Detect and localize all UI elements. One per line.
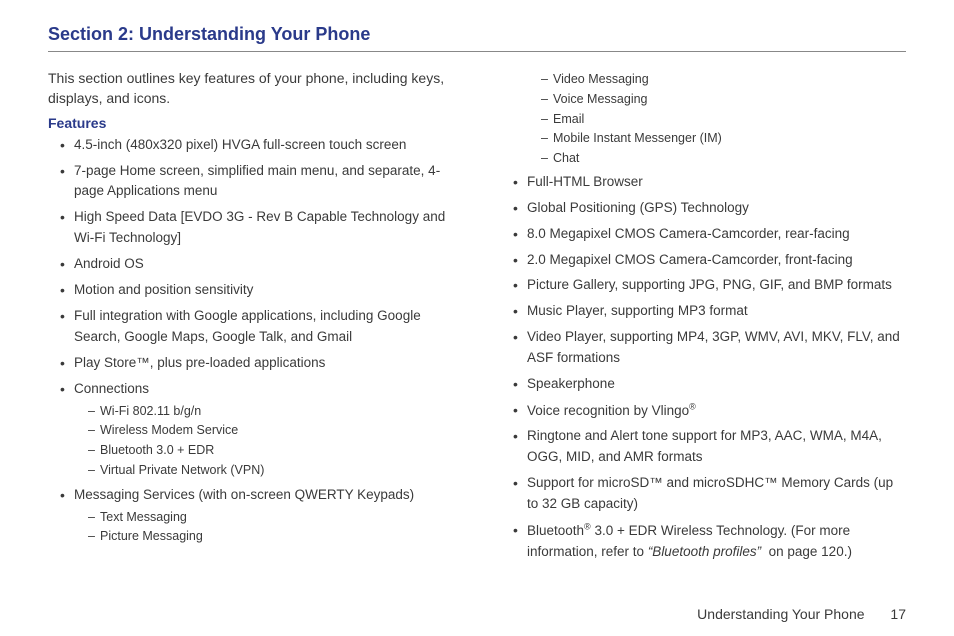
feature-item: Support for microSD™ and microSDHC™ Memo… [515, 473, 906, 515]
feature-sub-item: Bluetooth 3.0 + EDR [88, 441, 453, 460]
page-footer: Understanding Your Phone 17 [697, 606, 906, 622]
feature-sub-item: Email [541, 110, 906, 129]
feature-item: High Speed Data [EVDO 3G - Rev B Capable… [62, 207, 453, 249]
column-right: Video MessagingVoice MessagingEmailMobil… [501, 68, 906, 568]
feature-sub-item: Chat [541, 149, 906, 168]
feature-sub-item: Voice Messaging [541, 90, 906, 109]
feature-item: Android OS [62, 254, 453, 275]
feature-item: Full integration with Google application… [62, 306, 453, 348]
feature-text: Picture Gallery, supporting JPG, PNG, GI… [527, 277, 892, 292]
feature-text: Full integration with Google application… [74, 308, 421, 344]
feature-text: Global Positioning (GPS) Technology [527, 200, 749, 215]
feature-sub-item: Mobile Instant Messenger (IM) [541, 129, 906, 148]
feature-item: Voice recognition by Vlingo® [515, 400, 906, 421]
feature-item: Bluetooth® 3.0 + EDR Wireless Technology… [515, 520, 906, 562]
feature-item: Messaging Services (with on-screen QWERT… [62, 485, 453, 546]
feature-sub-item: Video Messaging [541, 70, 906, 89]
feature-item: 4.5-inch (480x320 pixel) HVGA full-scree… [62, 135, 453, 156]
feature-item: Music Player, supporting MP3 format [515, 301, 906, 322]
intro-text: This section outlines key features of yo… [48, 68, 453, 109]
feature-text: Bluetooth® 3.0 + EDR Wireless Technology… [527, 523, 852, 559]
feature-text: Video Player, supporting MP4, 3GP, WMV, … [527, 329, 900, 365]
feature-text: 2.0 Megapixel CMOS Camera-Camcorder, fro… [527, 252, 853, 267]
feature-item: 2.0 Megapixel CMOS Camera-Camcorder, fro… [515, 250, 906, 271]
feature-text: High Speed Data [EVDO 3G - Rev B Capable… [74, 209, 445, 245]
feature-item: Full-HTML Browser [515, 172, 906, 193]
feature-text: Messaging Services (with on-screen QWERT… [74, 487, 414, 502]
features-heading: Features [48, 115, 453, 131]
feature-text: Music Player, supporting MP3 format [527, 303, 748, 318]
content-columns: This section outlines key features of yo… [48, 68, 906, 568]
feature-sub-list: Text MessagingPicture Messaging [74, 508, 453, 547]
feature-text: Full-HTML Browser [527, 174, 643, 189]
feature-list-left: 4.5-inch (480x320 pixel) HVGA full-scree… [48, 135, 453, 547]
feature-text: Support for microSD™ and microSDHC™ Memo… [527, 475, 893, 511]
feature-sub-item: Text Messaging [88, 508, 453, 527]
feature-sub-item: Wi-Fi 802.11 b/g/n [88, 402, 453, 421]
feature-text: Android OS [74, 256, 144, 271]
feature-item: 8.0 Megapixel CMOS Camera-Camcorder, rea… [515, 224, 906, 245]
feature-text: Motion and position sensitivity [74, 282, 253, 297]
feature-item: Global Positioning (GPS) Technology [515, 198, 906, 219]
feature-sub-item: Wireless Modem Service [88, 421, 453, 440]
feature-sub-item: Picture Messaging [88, 527, 453, 546]
section-title: Section 2: Understanding Your Phone [48, 24, 906, 52]
feature-item: Motion and position sensitivity [62, 280, 453, 301]
footer-chapter-label: Understanding Your Phone [697, 606, 864, 622]
feature-item: Play Store™, plus pre-loaded application… [62, 353, 453, 374]
feature-list-right: Full-HTML Browser Global Positioning (GPS… [501, 172, 906, 563]
feature-item: Ringtone and Alert tone support for MP3,… [515, 426, 906, 468]
feature-item: Connections Wi-Fi 802.11 b/g/nWireless Mo… [62, 379, 453, 480]
feature-text: 4.5-inch (480x320 pixel) HVGA full-scree… [74, 137, 406, 152]
feature-text: Ringtone and Alert tone support for MP3,… [527, 428, 882, 464]
feature-text: Voice recognition by Vlingo® [527, 403, 696, 418]
feature-text: Play Store™, plus pre-loaded application… [74, 355, 325, 370]
feature-text: 8.0 Megapixel CMOS Camera-Camcorder, rea… [527, 226, 850, 241]
feature-item: 7-page Home screen, simplified main menu… [62, 161, 453, 203]
feature-text: 7-page Home screen, simplified main menu… [74, 163, 440, 199]
feature-sub-list: Wi-Fi 802.11 b/g/nWireless Modem Service… [74, 402, 453, 480]
feature-text: Speakerphone [527, 376, 615, 391]
feature-item: Video Player, supporting MP4, 3GP, WMV, … [515, 327, 906, 369]
messaging-sub-list-continued: Video MessagingVoice MessagingEmailMobil… [501, 70, 906, 168]
column-left: This section outlines key features of yo… [48, 68, 453, 568]
feature-item: Speakerphone [515, 374, 906, 395]
page-number: 17 [890, 606, 906, 622]
feature-sub-item: Virtual Private Network (VPN) [88, 461, 453, 480]
feature-item: Picture Gallery, supporting JPG, PNG, GI… [515, 275, 906, 296]
feature-text: Connections [74, 381, 149, 396]
